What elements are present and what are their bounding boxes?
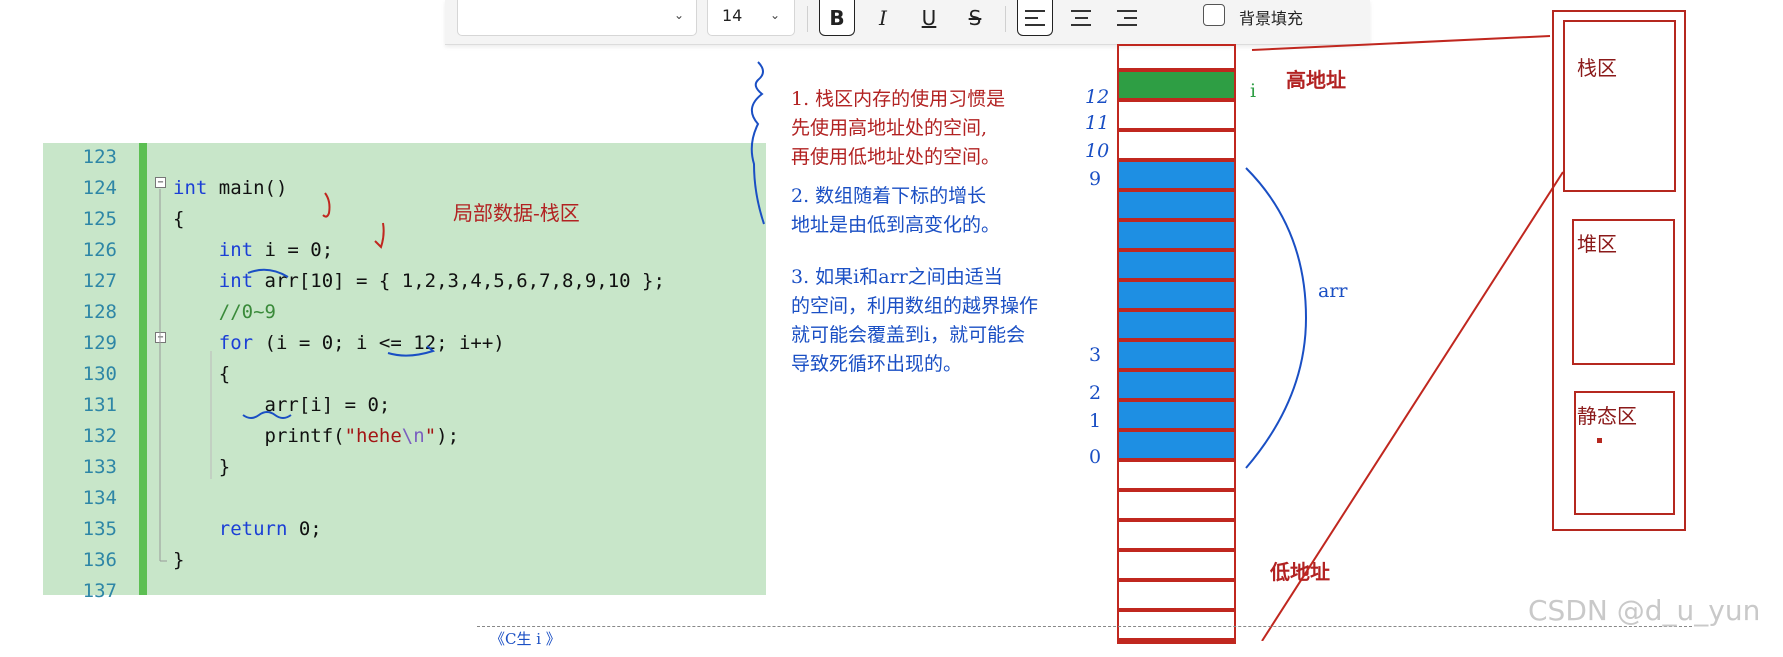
selection-border (477, 626, 1692, 657)
stack-region (1563, 20, 1676, 192)
connector-lines (1251, 35, 1564, 641)
stack-region-label: 栈区 (1577, 56, 1617, 80)
watermark: CSDN @d_u_yun (1528, 594, 1761, 627)
static-region-label: 静态区 (1577, 404, 1637, 428)
bottom-text: 《C生 i 》 (490, 630, 561, 648)
dot-mark (1597, 438, 1602, 443)
heap-region-label: 堆区 (1577, 232, 1617, 256)
